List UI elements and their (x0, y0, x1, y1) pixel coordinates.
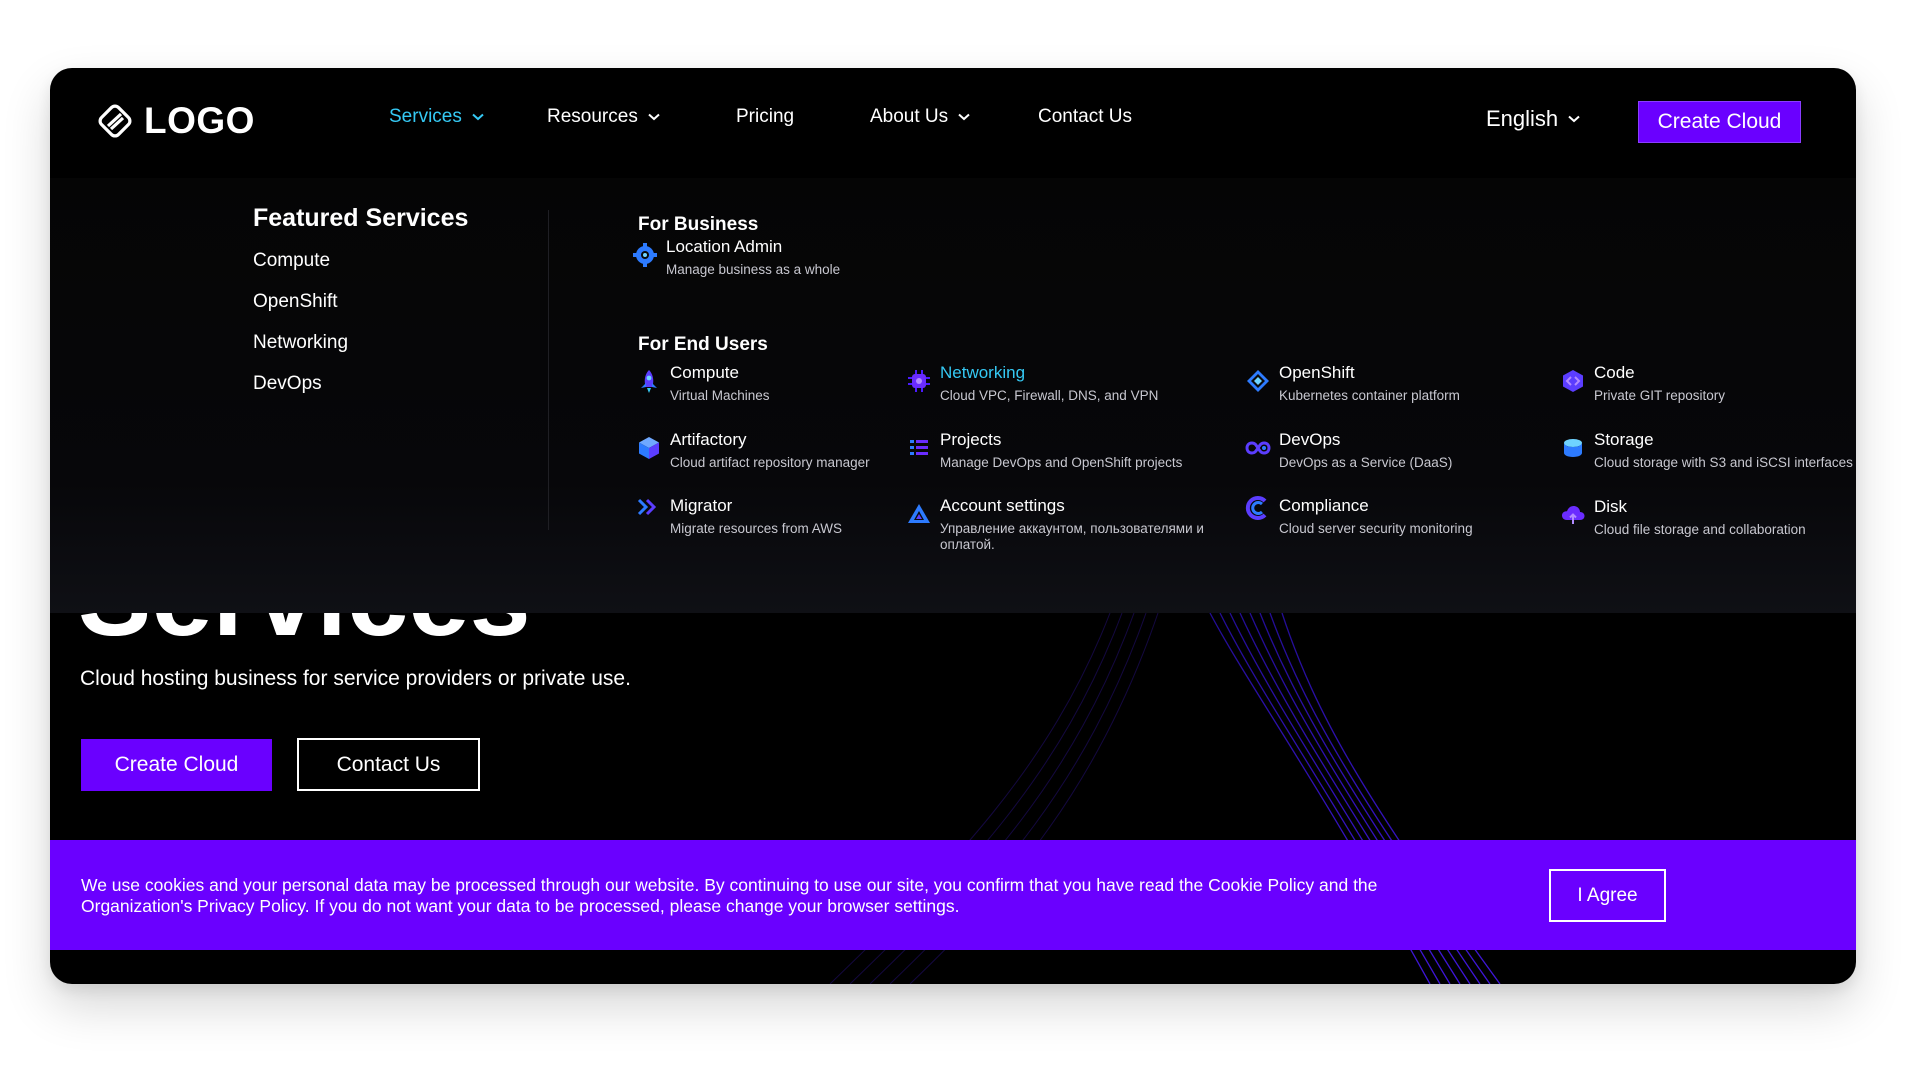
service-name: Artifactory (670, 430, 747, 449)
nav-about-label: About Us (870, 106, 949, 127)
service-name: Projects (940, 430, 1002, 449)
service-artifactory[interactable]: Artifactory Cloud artifact repository ma… (636, 429, 946, 471)
chevron-down-icon (1568, 115, 1580, 123)
featured-services-title: Featured Services (253, 204, 469, 232)
create-cloud-button[interactable]: Create Cloud (1638, 101, 1801, 143)
for-end-users-title: For End Users (638, 334, 768, 355)
service-desc: Private GIT repository (1594, 388, 1726, 403)
service-desc: Cloud storage with S3 and iSCSI interfac… (1594, 455, 1853, 470)
service-networking[interactable]: Networking Cloud VPC, Firewall, DNS, and… (906, 362, 1216, 404)
logo-text: LOGO (144, 100, 255, 141)
service-name: DevOps (1279, 430, 1341, 449)
nav-pricing-label: Pricing (736, 106, 795, 127)
service-name: Compliance (1279, 496, 1369, 515)
nav-pricing[interactable]: Pricing (736, 106, 794, 128)
code-icon (1563, 370, 1583, 392)
nav-about[interactable]: About Us (870, 106, 970, 128)
double-chevron-icon (637, 498, 657, 516)
gear-icon (633, 243, 657, 267)
openshift-diamond-icon (1247, 370, 1269, 392)
nav-resources[interactable]: Resources (547, 106, 660, 128)
service-name: Networking (940, 363, 1026, 382)
featured-link-networking[interactable]: Networking (253, 329, 468, 370)
service-account-settings[interactable]: Account settings Управление аккаунтом, п… (906, 495, 1216, 553)
language-label: English (1486, 106, 1559, 131)
service-compute[interactable]: Compute Virtual Machines (636, 362, 946, 404)
service-desc: Virtual Machines (670, 388, 770, 403)
chevron-down-icon (958, 113, 970, 121)
service-desc: Kubernetes container platform (1279, 388, 1460, 403)
cloud-upload-icon (1562, 506, 1585, 524)
service-name: Compute (670, 363, 739, 382)
featured-services: Featured Services Compute OpenShift Netw… (253, 204, 468, 411)
nav-resources-label: Resources (547, 106, 638, 127)
service-devops[interactable]: DevOps DevOps as a Service (DaaS) (1245, 429, 1555, 471)
nav-contact-label: Contact Us (1038, 106, 1132, 127)
hero-contact-button[interactable]: Contact Us (297, 738, 480, 791)
service-migrator[interactable]: Migrator Migrate resources from AWS (636, 495, 946, 537)
featured-link-devops[interactable]: DevOps (253, 370, 468, 411)
featured-link-compute[interactable]: Compute (253, 247, 468, 288)
network-chip-icon (908, 370, 930, 392)
logo[interactable]: LOGO (94, 98, 255, 144)
hero-create-cloud-button[interactable]: Create Cloud (81, 739, 272, 791)
service-desc: Cloud VPC, Firewall, DNS, and VPN (940, 388, 1159, 403)
menu-divider (548, 210, 549, 530)
service-storage[interactable]: Storage Cloud storage with S3 and iSCSI … (1560, 429, 1856, 471)
cookie-text: We use cookies and your personal data ma… (81, 875, 1378, 916)
cube-icon (639, 437, 659, 459)
for-business-title: For Business (638, 214, 759, 235)
service-name: Disk (1594, 497, 1628, 516)
service-name: Migrator (670, 496, 733, 515)
service-desc: Manage business as a whole (666, 262, 841, 277)
nav-services[interactable]: Services (389, 106, 484, 128)
service-name: OpenShift (1279, 363, 1355, 382)
compliance-icon (1245, 496, 1267, 520)
cookie-banner: We use cookies and your personal data ma… (50, 840, 1856, 950)
service-compliance[interactable]: Compliance Cloud server security monitor… (1245, 495, 1555, 537)
chevron-down-icon (472, 113, 484, 121)
service-desc: Manage DevOps and OpenShift projects (940, 455, 1183, 470)
top-navigation: LOGO Services Resources Pricing About Us… (50, 68, 1856, 178)
service-disk[interactable]: Disk Cloud file storage and collaboratio… (1560, 496, 1856, 538)
rocket-icon (641, 370, 657, 393)
service-desc: Cloud artifact repository manager (670, 455, 870, 470)
service-openshift[interactable]: OpenShift Kubernetes container platform (1245, 362, 1555, 404)
featured-link-openshift[interactable]: OpenShift (253, 288, 468, 329)
nav-services-label: Services (389, 106, 462, 127)
list-icon (910, 440, 928, 455)
hero-title: Services (78, 613, 531, 653)
service-name: Account settings (940, 496, 1065, 515)
service-code[interactable]: Code Private GIT repository (1560, 362, 1856, 404)
service-desc: Cloud server security monitoring (1279, 521, 1473, 536)
logo-icon (98, 104, 132, 138)
hero-title-container: Services (78, 613, 778, 655)
language-selector[interactable]: English (1486, 106, 1580, 132)
service-name: Location Admin (666, 237, 783, 256)
chevron-down-icon (648, 113, 660, 121)
storage-icon (1564, 439, 1582, 457)
service-projects[interactable]: Projects Manage DevOps and OpenShift pro… (906, 429, 1216, 471)
service-desc: Migrate resources from AWS (670, 521, 843, 536)
services-mega-menu: Featured Services Compute OpenShift Netw… (50, 178, 1856, 613)
service-desc: DevOps as a Service (DaaS) (1279, 455, 1453, 470)
service-name: Code (1594, 363, 1635, 382)
service-location-admin[interactable]: Location Admin Manage business as a whol… (632, 236, 942, 278)
triangle-icon (908, 504, 930, 523)
app-window: LOGO Services Resources Pricing About Us… (50, 68, 1856, 984)
service-desc: Cloud file storage and collaboration (1594, 522, 1806, 537)
nav-contact[interactable]: Contact Us (1038, 106, 1132, 128)
hero-subtitle: Cloud hosting business for service provi… (80, 667, 631, 690)
infinity-icon (1245, 441, 1271, 455)
agree-button[interactable]: I Agree (1549, 869, 1666, 922)
service-desc: Управление аккаунтом, пользователями и о… (940, 521, 1204, 552)
service-name: Storage (1594, 430, 1654, 449)
